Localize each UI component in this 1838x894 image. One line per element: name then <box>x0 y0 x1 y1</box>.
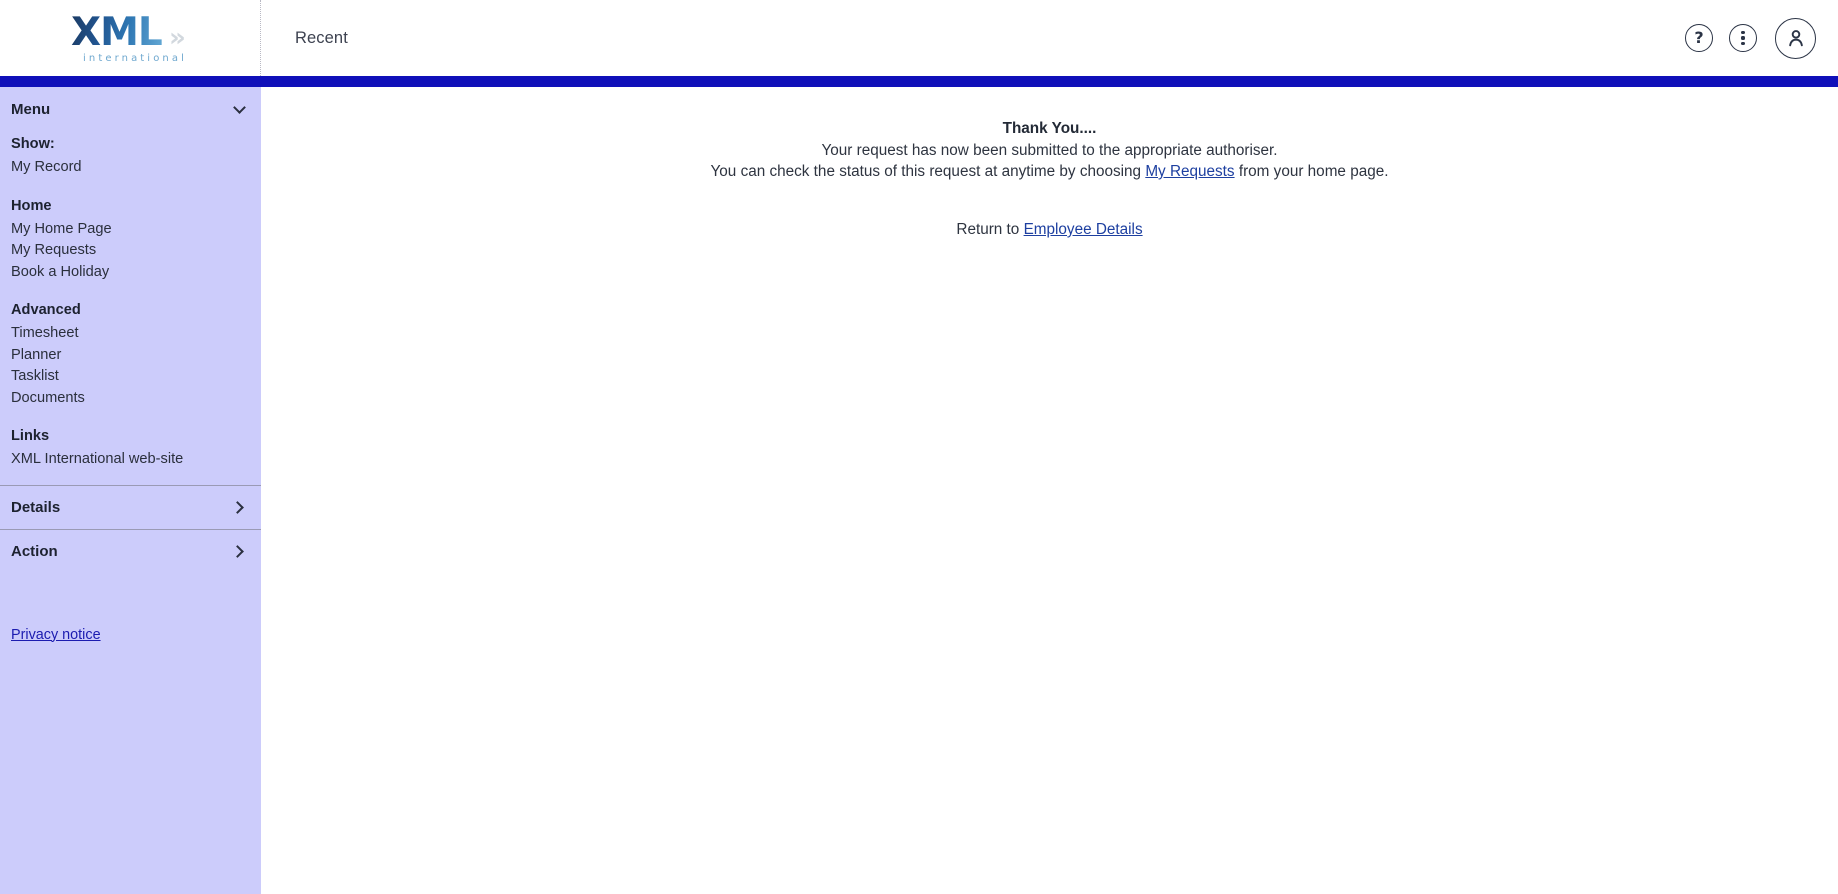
sidebar-group-links: Links XML International web-site <box>11 426 250 471</box>
page-title: Recent <box>295 28 348 47</box>
sidebar-menu-header[interactable]: Menu <box>0 87 261 131</box>
sidebar-item-tasklist[interactable]: Tasklist <box>11 366 250 388</box>
return-prefix: Return to <box>956 221 1024 238</box>
sidebar-item-my-requests[interactable]: My Requests <box>11 240 250 262</box>
my-requests-link[interactable]: My Requests <box>1145 163 1234 180</box>
confirmation-line-2-prefix: You can check the status of this request… <box>710 163 1146 180</box>
logo-wordmark: XML <box>71 10 163 55</box>
sidebar-item-my-home-page[interactable]: My Home Page <box>11 219 250 241</box>
chevron-right-icon[interactable] <box>231 500 244 514</box>
help-question-icon[interactable]: ? <box>1685 24 1713 52</box>
sidebar-item-timesheet[interactable]: Timesheet <box>11 323 250 345</box>
sidebar-menu-label: Menu <box>11 100 51 118</box>
logo-chevron-icon: » <box>169 23 186 53</box>
confirmation-line-2-suffix: from your home page. <box>1234 163 1389 180</box>
chevron-down-icon[interactable] <box>233 100 246 114</box>
confirmation-message: Thank You.... Your request has now been … <box>261 87 1838 240</box>
more-vertical-dots-icon[interactable] <box>1729 24 1757 52</box>
sidebar-group-show: Show: My Record <box>11 134 250 179</box>
employee-details-link[interactable]: Employee Details <box>1024 221 1143 238</box>
sidebar: Menu Show: My Record Home My Home Page M… <box>0 87 261 894</box>
header-actions: ? <box>1685 17 1838 59</box>
confirmation-title: Thank You.... <box>1002 120 1097 137</box>
sidebar-group-advanced: Advanced Timesheet Planner Tasklist Docu… <box>11 300 250 409</box>
chevron-right-icon[interactable] <box>231 544 244 558</box>
sidebar-item-planner[interactable]: Planner <box>11 345 250 367</box>
confirmation-line-1: Your request has now been submitted to t… <box>821 142 1278 159</box>
top-header: XML » international Recent ? <box>0 0 1838 76</box>
main-content: Thank You.... Your request has now been … <box>261 87 1838 894</box>
app-root: XML » international Recent ? Menu Show: … <box>0 0 1838 894</box>
blue-divider-bar <box>0 76 1838 87</box>
logo-zone[interactable]: XML » international <box>0 0 261 76</box>
user-avatar-icon[interactable] <box>1775 17 1816 59</box>
sidebar-section-details-label: Details <box>11 498 61 516</box>
sidebar-section-action-label: Action <box>11 542 58 560</box>
sidebar-item-xml-international-web-site[interactable]: XML International web-site <box>11 449 250 471</box>
sidebar-section-action[interactable]: Action <box>0 528 261 573</box>
sidebar-section-details[interactable]: Details <box>0 484 261 529</box>
sidebar-group-title: Links <box>11 428 50 444</box>
return-line: Return to Employee Details <box>261 220 1838 240</box>
xml-international-logo[interactable]: XML » international <box>55 11 205 67</box>
sidebar-item-my-record[interactable]: My Record <box>11 157 250 179</box>
kebab-dots <box>1741 30 1745 46</box>
privacy-notice-wrap: Privacy notice <box>0 627 261 643</box>
sidebar-group-home: Home My Home Page My Requests Book a Hol… <box>11 196 250 284</box>
sidebar-groups: Show: My Record Home My Home Page My Req… <box>0 134 261 485</box>
sidebar-group-title: Show: <box>11 136 55 152</box>
logo-subtitle: international <box>83 53 187 64</box>
sidebar-group-title: Advanced <box>11 302 81 318</box>
sidebar-group-title: Home <box>11 197 52 214</box>
privacy-notice-link[interactable]: Privacy notice <box>11 627 101 643</box>
sidebar-item-documents[interactable]: Documents <box>11 388 250 410</box>
confirmation-line-2: You can check the status of this request… <box>261 162 1838 182</box>
sidebar-item-book-a-holiday[interactable]: Book a Holiday <box>11 262 250 284</box>
